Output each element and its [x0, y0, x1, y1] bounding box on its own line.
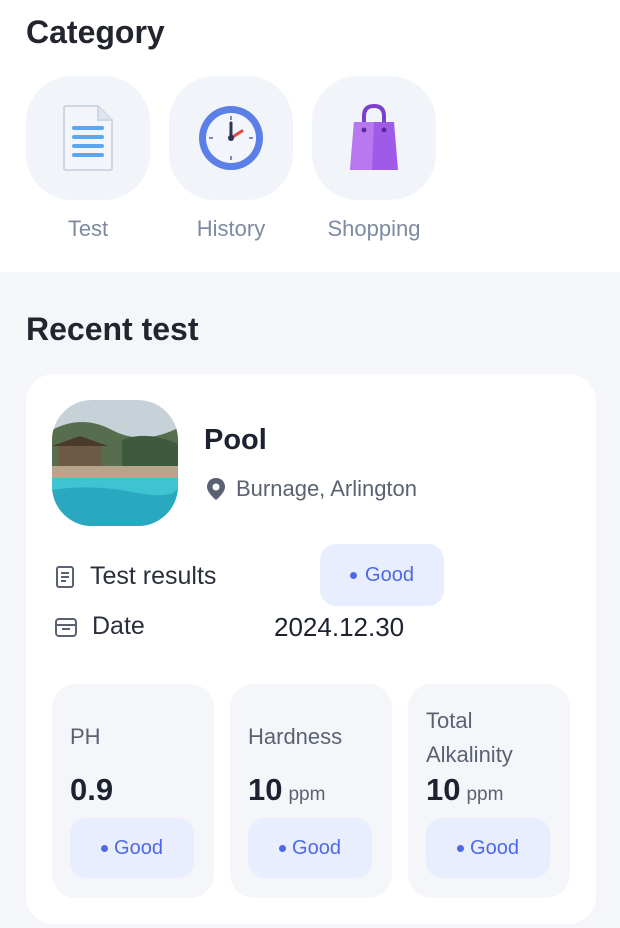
category-label: History — [196, 216, 266, 241]
calendar-icon — [55, 617, 77, 637]
location: Burnage, Arlington — [206, 476, 417, 502]
metric-label: Total Alkalinity — [426, 708, 513, 767]
category-section: Category Test History Shopping — [0, 0, 620, 272]
metric-card-hardness: Hardness 10 ppm Good — [230, 684, 392, 898]
metric-value: 10 ppm — [248, 772, 325, 808]
category-item-shopping[interactable]: Shopping — [312, 76, 436, 246]
status-dot-icon — [457, 844, 465, 852]
status-badge: Good — [70, 818, 194, 878]
date-row: Date — [54, 612, 145, 641]
status-dot-icon — [350, 571, 358, 579]
metric-value: 10 ppm — [426, 772, 503, 808]
metric-number: 10 — [426, 772, 461, 807]
metric-card-ph: PH 0.9 Good — [52, 684, 214, 898]
category-tile[interactable] — [26, 76, 150, 200]
metric-label: PH — [70, 724, 101, 749]
status-badge: Good — [320, 544, 444, 606]
category-title: Category — [26, 14, 165, 50]
status-badge: Good — [248, 818, 372, 878]
document-icon — [63, 105, 113, 171]
category-item-history[interactable]: History — [169, 76, 293, 246]
recent-test-title: Recent test — [26, 311, 199, 347]
status-text: Good — [365, 563, 414, 586]
status-text: Good — [292, 836, 341, 859]
metric-card-total-alkalinity: Total Alkalinity 10 ppm Good — [408, 684, 570, 898]
test-results-label: Test results — [90, 562, 217, 590]
metric-number: 0.9 — [70, 772, 114, 807]
recent-test-card[interactable]: Pool Burnage, Arlington Test results Goo… — [26, 374, 596, 924]
metric-label: Hardness — [248, 724, 343, 749]
status-text: Good — [114, 836, 163, 859]
metric-unit: ppm — [288, 784, 326, 805]
metric-unit: ppm — [466, 784, 504, 805]
category-label: Shopping — [327, 216, 421, 241]
category-item-test[interactable]: Test — [26, 76, 150, 246]
location-text: Burnage, Arlington — [236, 476, 418, 501]
pool-name: Pool — [204, 424, 267, 456]
clock-icon — [199, 106, 263, 170]
status-dot-icon — [101, 844, 109, 852]
metric-number: 10 — [248, 772, 283, 807]
category-label: Test — [67, 216, 109, 241]
clipboard-icon — [56, 565, 74, 588]
category-tile[interactable] — [169, 76, 293, 200]
date-label: Date — [92, 612, 145, 640]
test-results-row: Test results — [54, 562, 216, 591]
pool-thumbnail — [52, 400, 178, 526]
category-tile[interactable] — [312, 76, 436, 200]
status-badge: Good — [426, 818, 550, 878]
metric-value: 0.9 — [70, 772, 119, 808]
location-pin-icon — [207, 478, 225, 500]
status-text: Good — [470, 836, 519, 859]
date-value: 2024.12.30 — [274, 612, 405, 642]
status-dot-icon — [279, 844, 287, 852]
shopping-bag-icon — [350, 103, 398, 170]
